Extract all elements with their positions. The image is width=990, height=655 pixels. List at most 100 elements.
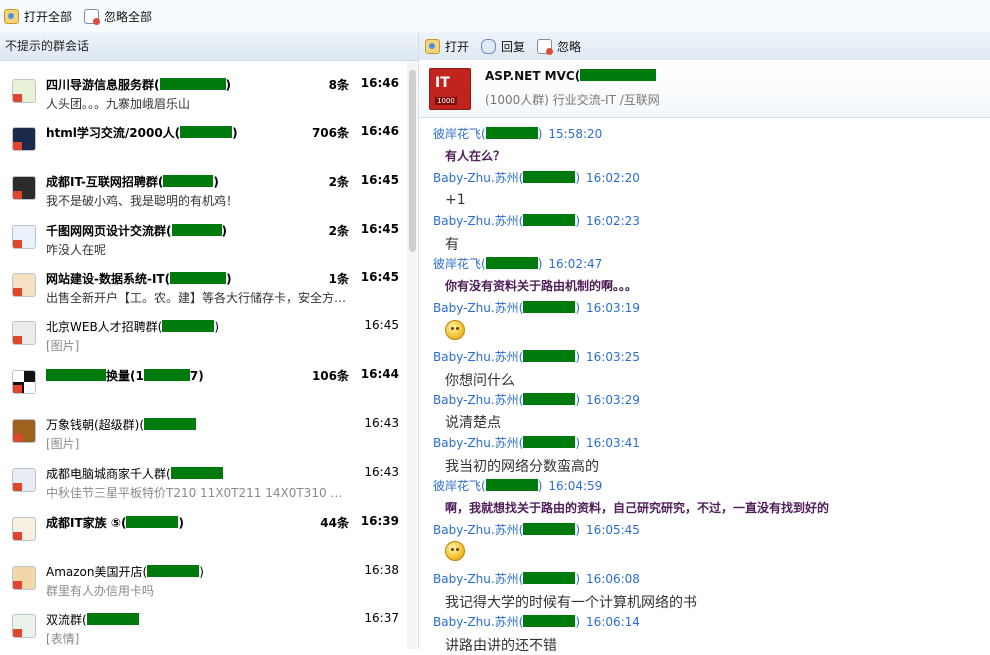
group-name-text: 网站建设-数据系统-IT( [46, 272, 171, 286]
group-name-suffix: ) [178, 516, 184, 530]
group-name[interactable]: ASP.NET MVC( [485, 69, 657, 83]
message-sender[interactable]: Baby-Zhu.苏州() 16:03:41 [433, 434, 640, 451]
message-list[interactable]: 彼岸花飞() 15:58:20 有人在么？ Baby-Zhu.苏州() 16:02:20… [419, 118, 990, 654]
list-item[interactable]: 四川导游信息服务群() 人头团。。。九寨加峨眉乐山 8条 16:46 [0, 68, 406, 116]
computer-group-icon [12, 468, 36, 492]
message-sender[interactable]: Baby-Zhu.苏州() 16:02:20 [433, 169, 640, 186]
redacted-number [180, 126, 233, 138]
message-text: 有 [445, 237, 459, 253]
ignore-button[interactable]: 忽略 [537, 36, 581, 56]
list-item[interactable]: 成都电脑城商家千人群(中秋佳节三星平板特价T210 11X0T211 14X0T… [0, 457, 406, 505]
group-badge-icon [13, 191, 22, 199]
message-text: 有人在么？ [445, 149, 506, 163]
last-message: 咋没人在呢 [46, 243, 107, 257]
list-item[interactable]: html学习交流/2000人() 706条 16:46 [0, 116, 406, 164]
group-name-text: 千图网网页设计交流群( [46, 224, 172, 238]
message-sender[interactable]: Baby-Zhu.苏州() 16:06:14 [433, 613, 640, 630]
message-sender[interactable]: 彼岸花飞() 15:58:20 [433, 125, 602, 142]
group-name-text: 成都IT家族 ⑤( [46, 516, 127, 530]
redacted-number [159, 78, 226, 90]
list-item[interactable]: 成都IT-互联网招聘群() 我不是破小鸡、我是聪明的有机鸡！ 2条 16:45 [0, 165, 406, 213]
group-name: 网站建设-数据系统-IT() [46, 270, 232, 287]
group-list-header: 不提示的群会话 [0, 32, 418, 61]
redacted-number [143, 369, 190, 381]
group-name-suffix: 7) [189, 369, 204, 383]
last-message: 我不是破小鸡、我是聪明的有机鸡！ [46, 194, 239, 208]
redacted-number [523, 350, 576, 362]
list-item[interactable]: 千图网网页设计交流群() 咋没人在呢 2条 16:45 [0, 214, 406, 262]
ignore-label: 忽略 [557, 39, 582, 54]
redacted-number [523, 436, 576, 448]
group-name-suffix: ) [221, 224, 227, 238]
unread-count: 2条 [328, 175, 349, 189]
message-sender[interactable]: 彼岸花飞() 16:04:59 [433, 477, 602, 494]
redacted-number [485, 479, 538, 491]
redacted-number [144, 418, 197, 430]
sender-name-tail: ) [537, 127, 543, 141]
group-info: (1000人群) 行业交流-IT /互联网 [485, 93, 660, 107]
sender-name: Baby-Zhu.苏州( [433, 301, 524, 315]
ignore-all-label: 忽略全部 [104, 9, 153, 24]
message-timestamp: 16:05:45 [586, 523, 640, 537]
group-name: 成都电脑城商家千人群( [46, 465, 223, 482]
redacted-number [523, 214, 576, 226]
sender-name: Baby-Zhu.苏州( [433, 436, 524, 450]
checker-group-icon [12, 370, 36, 394]
message-sender[interactable]: 彼岸花飞() 16:02:47 [433, 255, 602, 272]
group-badge-icon [13, 94, 22, 102]
group-name: html学习交流/2000人() [46, 124, 238, 141]
reply-icon [481, 38, 496, 54]
redacted-number [126, 516, 179, 528]
message-time: 16:46 [360, 124, 399, 138]
sender-name-tail: ) [537, 479, 543, 493]
group-name-suffix: 换量(1 [106, 369, 144, 383]
message-sender[interactable]: Baby-Zhu.苏州() 16:05:45 [433, 521, 640, 538]
chat-toolbar: 打开 回复 忽略 [419, 32, 990, 61]
redacted-number [523, 615, 576, 627]
message-timestamp: 15:58:20 [548, 127, 603, 141]
scrollbar-thumb[interactable] [409, 70, 416, 252]
unread-count: 8条 [328, 78, 349, 92]
group-name: 双流群( [46, 611, 139, 628]
group-name-suffix: ) [232, 126, 238, 140]
list-item[interactable]: Amazon美国开店() 群里有人办信用卡吗 16:38 [0, 555, 406, 603]
ignore-icon [84, 8, 100, 25]
message-sender[interactable]: Baby-Zhu.苏州() 16:02:23 [433, 212, 640, 229]
list-item[interactable]: 北京WEB人才招聘群() [图片] 16:45 [0, 310, 406, 358]
list-item[interactable]: 网站建设-数据系统-IT() 出售全新开户【工。农。建】等各大行储存卡，安全方… 1… [0, 262, 406, 310]
list-item[interactable]: 成都IT家族 ⑤() 44条 16:39 [0, 506, 406, 554]
group-name-text: 成都电脑城商家千人群( [46, 467, 171, 481]
group-name-suffix: ) [199, 565, 204, 579]
group-badge-icon [13, 581, 22, 589]
message-time: 16:45 [360, 270, 399, 284]
message-sender[interactable]: Baby-Zhu.苏州() 16:03:19 [433, 299, 640, 316]
open-all-button[interactable]: 打开全部 [4, 6, 72, 26]
message-time: 16:37 [364, 611, 399, 625]
message-text: 啊，我就想找关于路由的资料，自己研究研究，不过，一直没有找到好的 [445, 501, 830, 515]
message-sender[interactable]: Baby-Zhu.苏州() 16:03:29 [433, 391, 640, 408]
group-badge-icon [13, 288, 22, 296]
list-item[interactable]: 双流群([表情] 16:37 [0, 603, 406, 651]
reply-label: 回复 [501, 39, 526, 54]
group-list-panel: 不提示的群会话 四川导游信息服务群() 人头团。。。九寨加峨眉乐山 8条 16:46 h… [0, 32, 419, 649]
group-name: 换量(1 7) [46, 367, 204, 384]
last-message: [图片] [46, 339, 80, 353]
reply-button[interactable]: 回复 [481, 36, 525, 56]
recruit-group-icon [12, 176, 36, 200]
list-item[interactable]: 换量(1 7) 106条 16:44 [0, 359, 406, 407]
travel-group-icon [12, 79, 36, 103]
group-logo-icon[interactable]: IT 1000 [429, 68, 471, 110]
sender-name: Baby-Zhu.苏州( [433, 214, 524, 228]
redacted-number [170, 272, 227, 284]
message-text: +1 [445, 192, 466, 208]
list-item[interactable]: 万象钱朝(超级群)([图片] 16:43 [0, 408, 406, 456]
ignore-all-button[interactable]: 忽略全部 [84, 6, 152, 26]
message-sender[interactable]: Baby-Zhu.苏州() 16:06:08 [433, 570, 640, 587]
message-sender[interactable]: Baby-Zhu.苏州() 16:03:25 [433, 348, 640, 365]
open-icon [4, 8, 19, 24]
sender-name-tail: ) [575, 214, 581, 228]
open-button[interactable]: 打开 [425, 36, 469, 56]
redacted-number [170, 467, 223, 479]
group-badge-icon [13, 629, 22, 637]
group-name-suffix: ) [226, 272, 232, 286]
